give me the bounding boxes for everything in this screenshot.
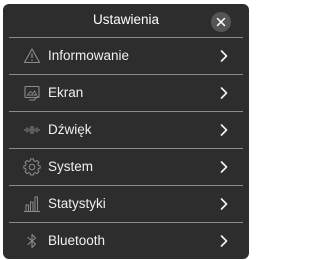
menu-item-ekran[interactable]: Ekran [3, 75, 249, 112]
chevron-right-icon [220, 50, 228, 62]
settings-menu: Informowanie Ekran Dźwięk System Statyst… [3, 38, 249, 259]
warning-icon [23, 47, 41, 65]
menu-item-label: Informowanie [48, 48, 130, 63]
close-button[interactable] [211, 12, 231, 32]
screen-icon [23, 84, 41, 102]
menu-item-label: Bluetooth [48, 233, 106, 248]
settings-screen: Ustawienia Informowanie Ekran Dźwięk Sys… [0, 0, 252, 260]
menu-item-label: System [48, 159, 94, 174]
bar-chart-icon [23, 195, 41, 213]
menu-item-system[interactable]: System [3, 149, 249, 186]
dialog-header: Ustawienia [3, 4, 249, 36]
menu-item-dzwiek[interactable]: Dźwięk [3, 112, 249, 149]
settings-dialog: Ustawienia Informowanie Ekran Dźwięk Sys… [3, 4, 249, 259]
chevron-right-icon [220, 235, 228, 247]
menu-item-label: Statystyki [48, 196, 106, 211]
menu-item-label: Ekran [48, 85, 84, 100]
chevron-right-icon [220, 161, 228, 173]
sound-icon [23, 121, 41, 139]
close-icon [216, 17, 226, 27]
menu-item-label: Dźwięk [48, 122, 92, 137]
gear-icon [23, 158, 41, 176]
chevron-right-icon [220, 198, 228, 210]
chevron-right-icon [220, 87, 228, 99]
menu-item-bluetooth[interactable]: Bluetooth [3, 223, 249, 259]
menu-item-informowanie[interactable]: Informowanie [3, 38, 249, 75]
chevron-right-icon [220, 124, 228, 136]
bluetooth-icon [23, 232, 41, 250]
menu-item-statystyki[interactable]: Statystyki [3, 186, 249, 223]
